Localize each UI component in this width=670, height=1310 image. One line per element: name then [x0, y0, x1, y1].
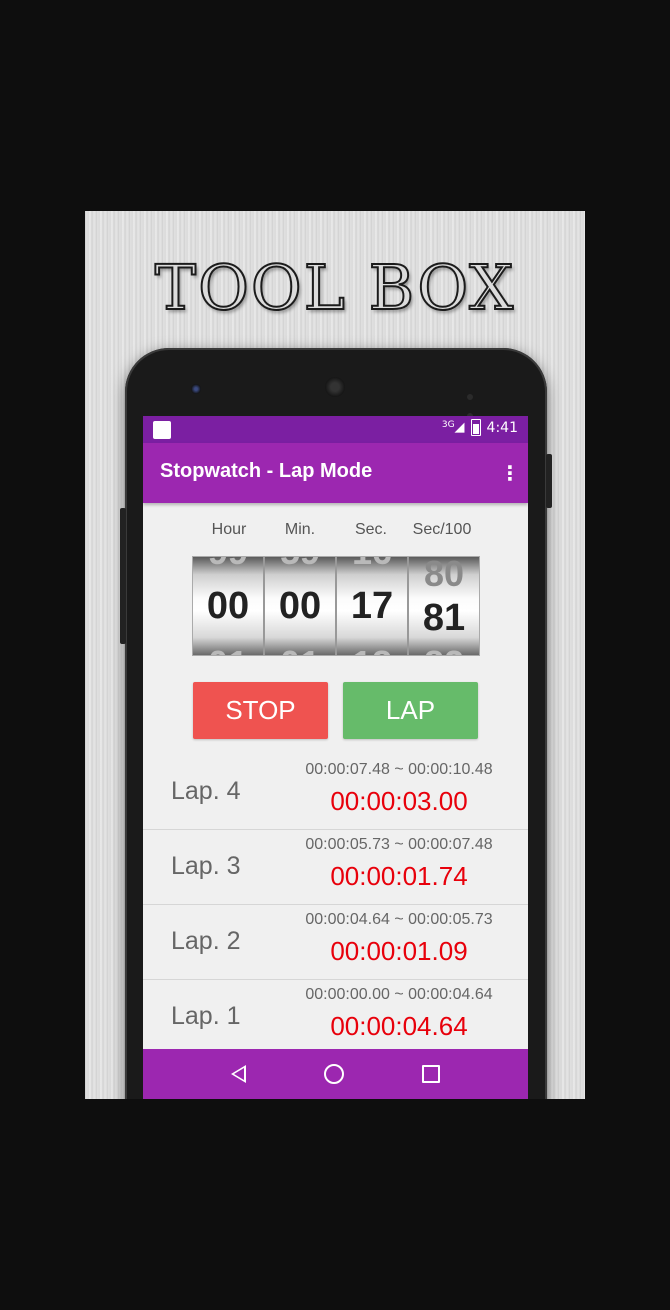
- stop-button[interactable]: STOP: [193, 682, 328, 739]
- wheel-value: 00: [278, 585, 322, 627]
- navigation-bar: [143, 1049, 528, 1099]
- wheel-next: 01: [193, 643, 263, 655]
- lap-time: 00:00:04.64: [330, 1011, 468, 1041]
- wheel-prev: 59: [265, 557, 335, 573]
- front-camera: [191, 384, 201, 394]
- lap-range: 00:00:00.00 ~ 00:00:04.64: [305, 986, 493, 1003]
- status-time: 4:41: [486, 419, 518, 436]
- lap-time: 00:00:01.74: [330, 861, 468, 891]
- power-button: [546, 454, 552, 508]
- home-icon[interactable]: [324, 1064, 344, 1084]
- control-buttons: STOP LAP: [143, 682, 528, 740]
- lap-row[interactable]: Lap. 2 00:00:04.64 ~ 00:00:05.73 00:00:0…: [143, 905, 528, 980]
- lap-time: 00:00:03.00: [330, 786, 468, 816]
- lap-label: Lap. 2: [171, 927, 241, 955]
- lap-range: 00:00:07.48 ~ 00:00:10.48: [305, 761, 493, 778]
- promo-title: TOOL BOX: [154, 250, 516, 325]
- app-bar: Stopwatch - Lap Mode ⋮: [143, 443, 528, 503]
- volume-button: [120, 508, 126, 644]
- back-icon[interactable]: [231, 1065, 246, 1083]
- wheel-value: 00: [206, 585, 250, 627]
- lap-list: Lap. 4 00:00:07.48 ~ 00:00:10.48 00:00:0…: [143, 755, 528, 1054]
- signal-icon: 3G◢: [441, 420, 465, 435]
- wheel-sec: 16 17 18: [337, 557, 409, 655]
- lap-time: 00:00:01.09: [330, 936, 468, 966]
- lap-row[interactable]: Lap. 1 00:00:00.00 ~ 00:00:04.64 00:00:0…: [143, 980, 528, 1054]
- lap-row[interactable]: Lap. 3 00:00:05.73 ~ 00:00:07.48 00:00:0…: [143, 830, 528, 905]
- network-type: 3G: [441, 420, 455, 430]
- lap-label: Lap. 1: [171, 1002, 241, 1030]
- wheel-prev: 99: [193, 557, 263, 573]
- lap-label: Lap. 3: [171, 852, 241, 880]
- wheel-sec100: 80 81 82: [409, 557, 479, 655]
- sensors: [467, 385, 489, 419]
- battery-icon: [470, 419, 481, 436]
- wheel-next: 82: [409, 643, 479, 655]
- counter-labels: Hour Min. Sec. Sec/100: [143, 521, 528, 541]
- label-min: Min.: [284, 521, 316, 538]
- promo-background: TOOL BOX 3G◢ 4:41 Stopwatch - Lap Mode ⋮…: [85, 211, 585, 1099]
- wheel-next: 18: [337, 643, 407, 655]
- lap-row[interactable]: Lap. 4 00:00:07.48 ~ 00:00:10.48 00:00:0…: [143, 755, 528, 830]
- label-hour: Hour: [211, 521, 247, 538]
- lap-range: 00:00:05.73 ~ 00:00:07.48: [305, 836, 493, 853]
- label-sec: Sec.: [354, 521, 387, 538]
- phone-screen: 3G◢ 4:41 Stopwatch - Lap Mode ⋮ Hour Min…: [143, 416, 528, 1099]
- label-sec100: Sec/100: [412, 521, 472, 538]
- recents-icon[interactable]: [422, 1065, 440, 1083]
- overflow-menu-icon[interactable]: ⋮: [500, 461, 520, 485]
- wheel-prev: 80: [423, 557, 465, 594]
- stopwatch-counter: 99 00 01 59 00 01 16 17 18 80 81 82: [192, 556, 480, 656]
- notification-icon: [153, 421, 171, 439]
- wheel-hour: 99 00 01: [193, 557, 265, 655]
- status-icons: 3G◢ 4:41: [442, 419, 518, 436]
- wheel-prev: 16: [337, 557, 407, 573]
- wheel-value: 17: [350, 585, 394, 627]
- wheel-next: 01: [265, 643, 335, 655]
- lap-range: 00:00:04.64 ~ 00:00:05.73: [305, 911, 493, 928]
- earpiece-speaker: [325, 377, 345, 397]
- status-bar: 3G◢ 4:41: [143, 416, 528, 443]
- lap-button[interactable]: LAP: [343, 682, 478, 739]
- app-title: Stopwatch - Lap Mode: [160, 460, 373, 482]
- lap-label: Lap. 4: [171, 777, 241, 805]
- wheel-value: 81: [422, 597, 466, 639]
- wheel-min: 59 00 01: [265, 557, 337, 655]
